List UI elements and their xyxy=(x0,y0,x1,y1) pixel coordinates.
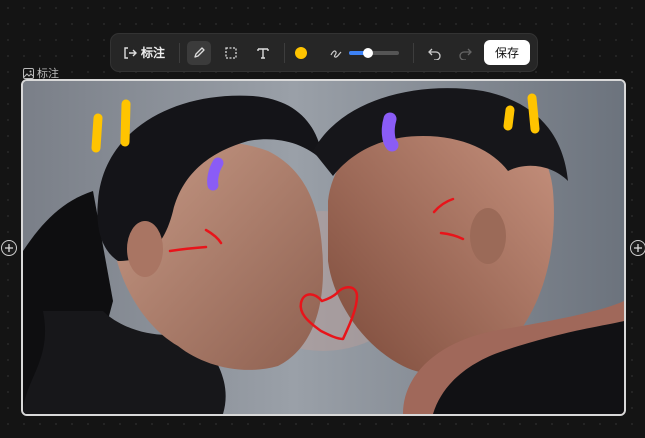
text-icon xyxy=(257,47,269,59)
annotate-label: 标注 xyxy=(141,46,166,60)
undo-icon xyxy=(427,48,441,60)
stroke-width-control xyxy=(329,46,343,60)
exit-annotate-button[interactable]: 标注 xyxy=(123,41,165,65)
color-picker-button[interactable] xyxy=(295,46,307,59)
add-right-icon xyxy=(634,244,642,252)
brush-tool-button[interactable] xyxy=(187,40,211,65)
toolbar-divider xyxy=(413,43,414,63)
undo-button[interactable] xyxy=(422,41,446,65)
select-rect-icon xyxy=(225,46,237,59)
redo-button[interactable] xyxy=(453,41,477,65)
toolbar-divider xyxy=(284,43,285,63)
text-tool-button[interactable] xyxy=(251,41,275,65)
purple-stroke xyxy=(207,157,224,191)
brush-icon xyxy=(194,46,205,58)
brush-size-thumb[interactable] xyxy=(363,47,373,58)
brush-size-slider[interactable] xyxy=(349,47,399,58)
toolbar-divider xyxy=(179,43,180,63)
yellow-stroke xyxy=(91,113,103,153)
stroke-width-icon xyxy=(330,49,342,58)
select-rect-tool-button[interactable] xyxy=(219,41,243,65)
exit-annotate-icon xyxy=(124,46,137,59)
yellow-stroke xyxy=(120,99,131,147)
add-node-left-button[interactable] xyxy=(1,240,17,256)
add-node-right-button[interactable] xyxy=(630,240,645,256)
save-button[interactable]: 保存 xyxy=(484,40,530,65)
image-canvas[interactable] xyxy=(21,79,626,416)
image-icon xyxy=(23,67,34,79)
yellow-stroke xyxy=(503,105,515,131)
annotated-photo xyxy=(23,81,624,414)
yellow-stroke xyxy=(527,93,540,134)
purple-stroke xyxy=(381,112,399,152)
add-left-icon xyxy=(5,244,13,252)
annotation-toolbar: 标注 保存 xyxy=(110,33,538,72)
redo-icon xyxy=(458,48,472,60)
brush-color-swatch xyxy=(295,46,307,59)
